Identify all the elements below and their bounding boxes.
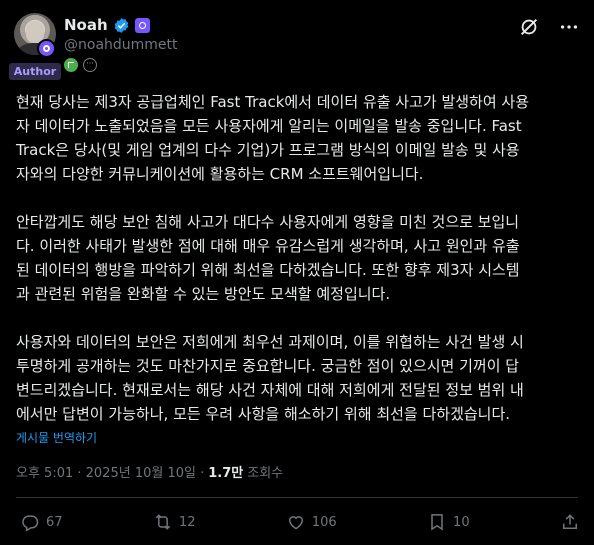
divider [16,497,578,498]
bookmark-count: 10 [453,514,470,530]
bookmark-icon [431,514,443,531]
tweet-header: Author Noah @noahdummett ··· [0,0,594,80]
bookmark-button[interactable]: 10 [427,512,470,532]
more-menu-icon[interactable] [558,16,580,38]
reply-icon [22,515,39,532]
author-badge: Author [9,63,61,80]
repost-button[interactable]: 12 [153,512,196,532]
view-count: 1.7만 [208,466,244,481]
more-dots-small-icon[interactable]: ··· [83,58,97,72]
heart-icon [288,516,303,530]
view-label: 조회수 [247,466,284,481]
display-name[interactable]: Noah [64,16,108,34]
handle-badges: ··· [64,58,97,72]
translate-post-link[interactable]: 게시물 번역하기 [16,429,97,446]
tweet-paragraph: 안타깝게도 해당 보안 침해 사고가 대다수 사용자에게 영향을 미친 것으로 … [16,213,520,303]
like-count: 106 [311,514,337,530]
tweet-paragraph: 현재 당사는 제3자 공급업체인 Fast Track에서 데이터 유출 사고가… [16,93,530,183]
like-button[interactable]: 106 [286,512,337,532]
reply-button[interactable]: 67 [20,512,63,532]
verified-badge-icon[interactable] [113,17,130,34]
affiliate-avatar-badge-icon [37,39,56,58]
affiliate-badge-icon[interactable] [134,17,150,33]
header-actions [518,16,580,38]
tweet-metadata: 오후 5:01 · 2025년 10월 10일 · 1.7만 조회수 [16,462,283,481]
action-bar: 67 12 106 10 [20,509,580,535]
name-row: Noah [64,15,150,35]
flag-icon [64,58,78,72]
repost-count: 12 [178,514,196,530]
tweet-paragraph: 사용자와 데이터의 보안은 저희에게 최우선 과제이며, 이를 위협하는 사건 … [16,333,524,423]
avatar[interactable] [14,13,56,58]
reply-count: 67 [46,514,63,530]
user-handle[interactable]: @noahdummett [64,37,178,53]
share-icon [562,514,577,529]
tweet-text: 현재 당사는 제3자 공급업체인 Fast Track에서 데이터 유출 사고가… [16,90,586,426]
timestamp[interactable]: 오후 5:01 · 2025년 10월 10일 · [16,462,204,481]
repost-icon [155,514,171,530]
share-button[interactable] [560,512,580,532]
grok-icon[interactable] [518,16,540,38]
